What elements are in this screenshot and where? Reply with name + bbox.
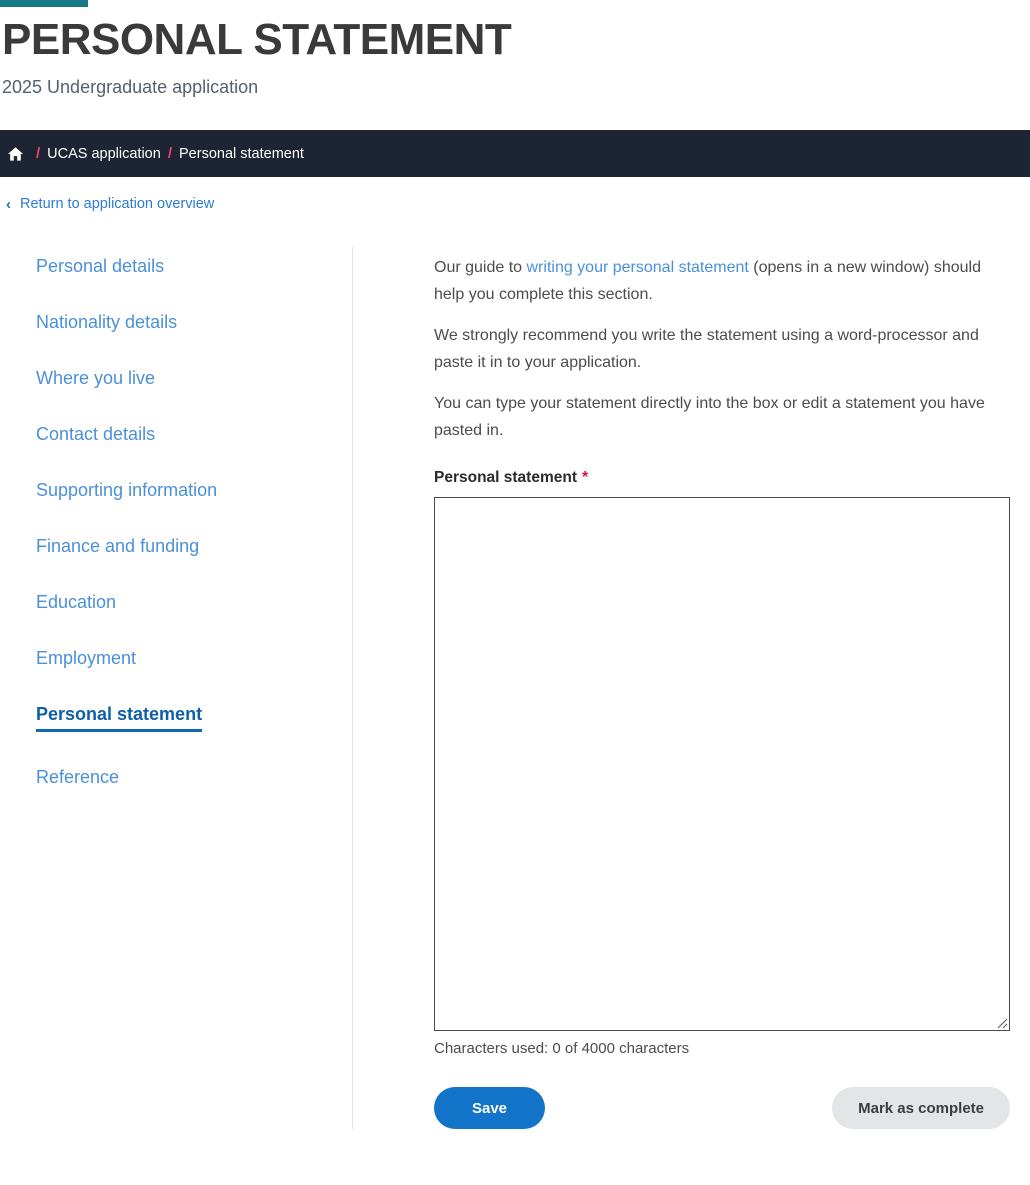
home-icon[interactable] bbox=[5, 144, 25, 164]
intro-paragraph-1: Our guide to writing your personal state… bbox=[434, 254, 1010, 308]
sidebar-item-contact-details[interactable]: Contact details bbox=[0, 424, 352, 445]
sidebar-item-education[interactable]: Education bbox=[0, 592, 352, 613]
sidebar-item-label: Finance and funding bbox=[36, 536, 200, 556]
content-wrapper: Personal details Nationality details Whe… bbox=[0, 247, 1030, 1129]
breadcrumb-item-ucas-application[interactable]: UCAS application bbox=[47, 146, 161, 162]
page-header: PERSONAL STATEMENT 2025 Undergraduate ap… bbox=[0, 0, 1030, 99]
page-subtitle: 2025 Undergraduate application bbox=[2, 77, 259, 97]
personal-statement-field-wrapper bbox=[434, 497, 1010, 1031]
sidebar-item-supporting-information[interactable]: Supporting information bbox=[0, 480, 352, 501]
sidebar-item-nationality-details[interactable]: Nationality details bbox=[0, 312, 352, 333]
character-counter: Characters used: 0 of 4000 characters bbox=[434, 1040, 690, 1057]
sidebar-item-label: Reference bbox=[36, 767, 120, 787]
intro-paragraph-3: You can type your statement directly int… bbox=[434, 395, 985, 439]
save-button[interactable]: Save bbox=[434, 1087, 545, 1129]
return-to-overview-row[interactable]: ‹ Return to application overview bbox=[0, 196, 1030, 212]
intro-text-before-link: Our guide to bbox=[434, 259, 527, 276]
form-button-row: Save Mark as complete bbox=[434, 1087, 1010, 1129]
sidebar-navigation: Personal details Nationality details Whe… bbox=[0, 247, 353, 1129]
page-title: PERSONAL STATEMENT bbox=[2, 15, 512, 64]
main-content: Our guide to writing your personal state… bbox=[353, 247, 1030, 1129]
sidebar-item-label: Contact details bbox=[36, 424, 156, 444]
personal-statement-label: Personal statement * bbox=[434, 469, 1010, 487]
breadcrumb: / UCAS application / Personal statement bbox=[5, 144, 304, 164]
sidebar-item-label: Personal details bbox=[36, 256, 165, 276]
personal-statement-input[interactable] bbox=[434, 497, 1010, 1031]
required-asterisk: * bbox=[582, 469, 589, 486]
accent-bar bbox=[0, 0, 88, 7]
field-label-text: Personal statement bbox=[434, 469, 577, 486]
sidebar-item-personal-details[interactable]: Personal details bbox=[0, 256, 352, 277]
sidebar-item-label: Supporting information bbox=[36, 480, 218, 500]
sidebar-item-label: Employment bbox=[36, 648, 137, 668]
breadcrumb-bar: / UCAS application / Personal statement bbox=[0, 130, 1030, 177]
breadcrumb-item-personal-statement: Personal statement bbox=[179, 145, 304, 162]
return-to-application-overview-link[interactable]: Return to application overview bbox=[20, 196, 214, 212]
sidebar-item-label: Education bbox=[36, 592, 117, 612]
sidebar-item-personal-statement[interactable]: Personal statement bbox=[0, 704, 352, 732]
intro-paragraph-2: We strongly recommend you write the stat… bbox=[434, 327, 979, 371]
sidebar-item-reference[interactable]: Reference bbox=[0, 767, 352, 788]
sidebar-item-label: Where you live bbox=[36, 368, 156, 388]
breadcrumb-separator-2: / bbox=[167, 145, 172, 162]
chevron-left-icon: ‹ bbox=[6, 195, 11, 213]
sidebar-item-finance-and-funding[interactable]: Finance and funding bbox=[0, 536, 352, 557]
sidebar-item-where-you-live[interactable]: Where you live bbox=[0, 368, 352, 389]
sidebar-item-label: Nationality details bbox=[36, 312, 178, 332]
sidebar-item-label: Personal statement bbox=[36, 704, 203, 732]
mark-as-complete-button[interactable]: Mark as complete bbox=[832, 1087, 1010, 1129]
sidebar-item-employment[interactable]: Employment bbox=[0, 648, 352, 669]
breadcrumb-separator-1: / bbox=[36, 145, 41, 162]
writing-guide-link[interactable]: writing your personal statement bbox=[527, 259, 749, 276]
